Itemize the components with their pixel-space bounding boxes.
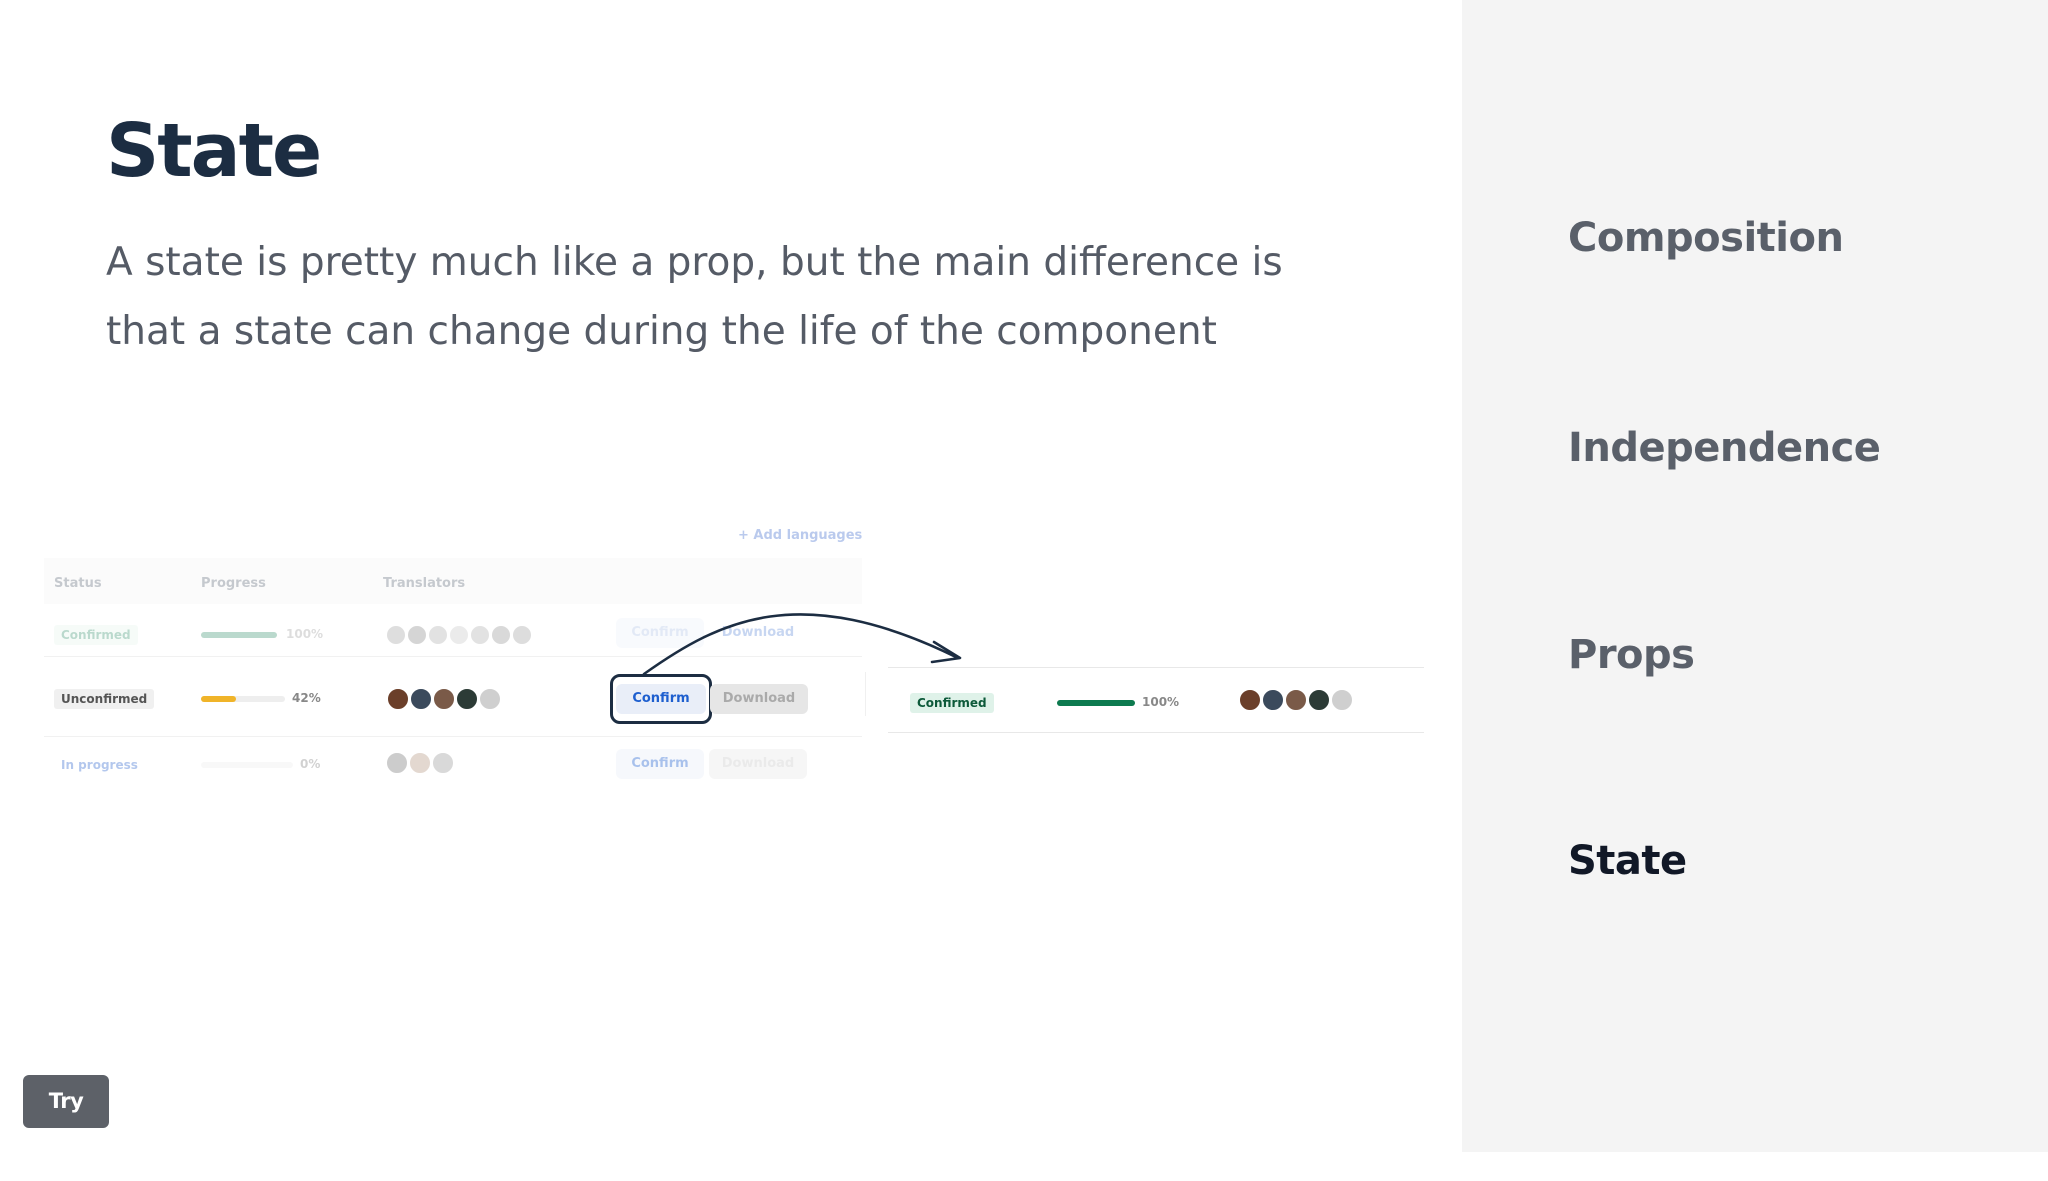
status-badge: Confirmed — [910, 693, 994, 713]
progress-bar — [201, 632, 277, 638]
translator-avatars — [386, 687, 502, 711]
status-badge: Unconfirmed — [54, 689, 155, 709]
progress-fill — [201, 632, 277, 638]
status-badge: In progress — [61, 758, 138, 772]
progress-label: 100% — [1142, 695, 1180, 709]
progress-label: 100% — [286, 627, 324, 641]
progress-fill — [1057, 700, 1135, 706]
translator-avatars — [1238, 688, 1354, 712]
progress-bar — [201, 696, 285, 702]
progress-bar — [201, 762, 293, 768]
add-languages-link[interactable]: + Add languages — [738, 528, 862, 543]
header-translators: Translators — [383, 576, 466, 591]
slide-title: State — [106, 108, 322, 194]
sidebar-item-composition[interactable]: Composition — [1568, 215, 1844, 261]
sidebar-item-props[interactable]: Props — [1568, 632, 1695, 678]
arrow-icon — [642, 613, 962, 676]
sidebar-item-state[interactable]: State — [1568, 838, 1687, 884]
confirm-button[interactable]: Confirm — [616, 749, 704, 779]
header-status: Status — [54, 576, 102, 591]
progress-label: 42% — [292, 691, 321, 705]
progress-bar — [1057, 700, 1135, 706]
try-pitch-button[interactable]: Try Pitch — [23, 1075, 109, 1166]
translator-avatars — [385, 624, 533, 646]
slide-description: A state is pretty much like a prop, but … — [106, 240, 1283, 354]
sidebar-nav: Composition Independence Props State — [1462, 0, 2048, 1152]
progress-label: 0% — [300, 757, 321, 771]
sidebar-item-independence[interactable]: Independence — [1568, 425, 1881, 471]
progress-fill — [201, 696, 237, 702]
header-progress: Progress — [201, 576, 266, 591]
status-badge: Confirmed — [54, 625, 138, 645]
translator-avatars — [385, 751, 455, 775]
download-button[interactable]: Download — [709, 749, 807, 779]
